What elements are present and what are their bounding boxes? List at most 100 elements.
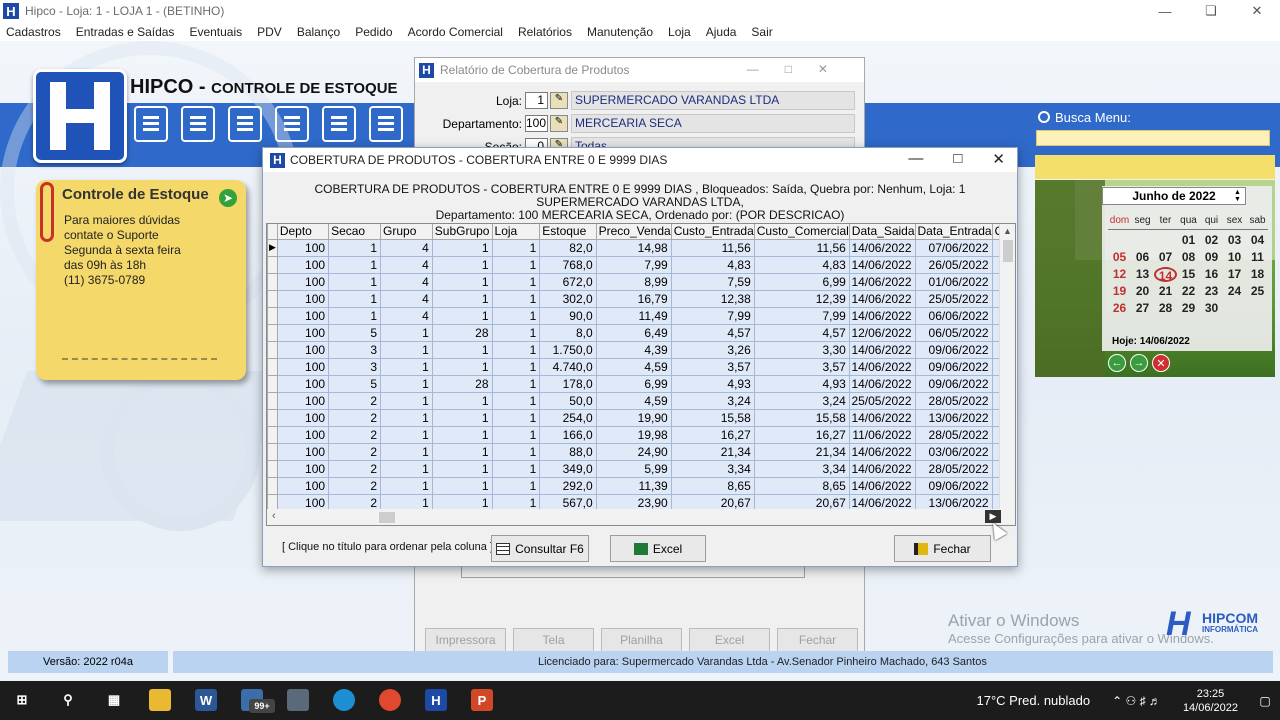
cell-preco-venda[interactable]: 7,99 [595, 255, 672, 274]
tray-icons[interactable]: ⌃ ⚇ ♯ ♬ [1112, 694, 1161, 708]
current-row-indicator-icon[interactable]: ▶ [267, 238, 278, 257]
cell-subgrupo[interactable]: 1 [431, 408, 493, 427]
cell-data-entrada[interactable]: 09/06/2022 [914, 476, 993, 495]
cell-subgrupo[interactable]: 1 [431, 425, 493, 444]
scroll-left-icon[interactable]: ‹ [272, 510, 276, 522]
table-row[interactable]: 100 2 1 1 1 88,0 24,90 21,34 21,34 14/06/2022 03/0… [267, 442, 1015, 461]
cell-custo-entrada[interactable]: 16,27 [670, 425, 755, 444]
calendar-day[interactable]: 05 [1108, 250, 1131, 265]
cell-custo-entrada[interactable]: 4,83 [670, 255, 755, 274]
table-row[interactable]: 100 2 1 1 1 166,0 19,98 16,27 16,27 11/06/2022 28/… [267, 425, 1015, 444]
menu-item-eventuais[interactable]: Eventuais [189, 25, 242, 39]
cell-grupo[interactable]: 1 [380, 442, 433, 461]
cell-secao[interactable]: 1 [328, 289, 382, 308]
cell-loja[interactable]: 1 [491, 425, 541, 444]
cell-depto[interactable]: 100 [276, 408, 330, 427]
search-icon[interactable]: ⚲ [57, 689, 79, 711]
cell-secao[interactable]: 1 [328, 238, 382, 257]
calendar-day[interactable]: 07 [1154, 250, 1177, 265]
cell-custo-comercial[interactable]: 4,83 [753, 255, 850, 274]
close-button[interactable]: ✕ [992, 150, 1005, 168]
row-indicator[interactable] [267, 459, 278, 478]
cell-estoque[interactable]: 166,0 [539, 425, 597, 444]
cell-loja[interactable]: 1 [491, 340, 541, 359]
cell-grupo[interactable]: 1 [380, 408, 433, 427]
cell-data-saida[interactable]: 14/06/2022 [848, 289, 916, 308]
cell-grupo[interactable]: 4 [380, 272, 433, 291]
cell-subgrupo[interactable]: 1 [431, 255, 493, 274]
calendar-day[interactable]: 04 [1246, 233, 1269, 248]
row-indicator[interactable] [267, 357, 278, 376]
cell-loja[interactable]: 1 [491, 408, 541, 427]
cell-custo-comercial[interactable]: 6,99 [753, 272, 850, 291]
cell-subgrupo[interactable]: 1 [431, 476, 493, 495]
cell-data-saida[interactable]: 25/05/2022 [848, 391, 916, 410]
cell-custo-entrada[interactable]: 3,57 [670, 357, 755, 376]
row-indicator[interactable] [267, 340, 278, 359]
cell-custo-entrada[interactable]: 21,34 [670, 442, 755, 461]
cell-preco-venda[interactable]: 5,99 [595, 459, 672, 478]
calendar-day[interactable]: 26 [1108, 301, 1131, 316]
cell-data-entrada[interactable]: 03/06/2022 [914, 442, 993, 461]
cell-custo-comercial[interactable]: 12,39 [753, 289, 850, 308]
cell-custo-entrada[interactable]: 12,38 [670, 289, 755, 308]
cell-estoque[interactable]: 178,0 [539, 374, 597, 393]
cell-subgrupo[interactable]: 1 [431, 357, 493, 376]
table-row[interactable]: 100 1 4 1 1 768,0 7,99 4,83 4,83 14/06/2022 26/05/… [267, 255, 1015, 274]
window-controls[interactable]: —□✕ [747, 62, 854, 76]
cell-loja[interactable]: 1 [491, 476, 541, 495]
menu-item-loja[interactable]: Loja [668, 25, 691, 39]
cell-preco-venda[interactable]: 24,90 [595, 442, 672, 461]
cell-secao[interactable]: 1 [328, 306, 382, 325]
file-explorer-icon[interactable] [149, 689, 171, 711]
row-indicator[interactable] [267, 374, 278, 393]
cell-data-saida[interactable]: 11/06/2022 [848, 425, 916, 444]
cell-data-saida[interactable]: 14/06/2022 [848, 255, 916, 274]
document-search-icon[interactable] [228, 106, 262, 142]
cell-secao[interactable]: 3 [328, 357, 382, 376]
search-menu-input[interactable] [1036, 130, 1270, 146]
calendar-day[interactable]: 22 [1177, 284, 1200, 299]
calendar-day[interactable]: 24 [1223, 284, 1246, 299]
calendar-day[interactable]: 30 [1200, 301, 1223, 316]
cell-loja[interactable]: 1 [491, 459, 541, 478]
calendar-day[interactable]: 11 [1246, 250, 1269, 265]
cell-secao[interactable]: 1 [328, 272, 382, 291]
cell-custo-comercial[interactable]: 15,58 [753, 408, 850, 427]
vertical-scrollbar[interactable]: ▲ ▼ [999, 224, 1015, 523]
minimize-button[interactable]: — [908, 150, 923, 168]
menu-item-pedido[interactable]: Pedido [355, 25, 392, 39]
clipboard-check-icon[interactable] [322, 106, 356, 142]
cell-custo-entrada[interactable]: 3,26 [670, 340, 755, 359]
row-indicator[interactable] [267, 425, 278, 444]
table-row[interactable]: 100 5 1 28 1 178,0 6,99 4,93 4,93 14/06/2022 09/06… [267, 374, 1015, 393]
cell-loja[interactable]: 1 [491, 255, 541, 274]
column-header-loja[interactable]: Loja [491, 224, 541, 240]
cell-data-saida[interactable]: 14/06/2022 [848, 238, 916, 257]
calendar-day[interactable]: 29 [1177, 301, 1200, 316]
cell-depto[interactable]: 100 [276, 357, 330, 376]
column-header-estoque[interactable]: Estoque [539, 224, 597, 240]
cell-subgrupo[interactable]: 1 [431, 238, 493, 257]
column-header-data-entrada[interactable]: Data_Entrada [914, 224, 993, 240]
cell-data-entrada[interactable]: 09/06/2022 [914, 357, 993, 376]
row-indicator[interactable] [267, 476, 278, 495]
cell-custo-comercial[interactable]: 8,65 [753, 476, 850, 495]
row-indicator[interactable] [267, 323, 278, 342]
fechar-grid-button[interactable]: Fechar [894, 535, 991, 562]
cell-depto[interactable]: 100 [276, 476, 330, 495]
cell-subgrupo[interactable]: 1 [431, 289, 493, 308]
cell-preco-venda[interactable]: 6,49 [595, 323, 672, 342]
cell-depto[interactable]: 100 [276, 289, 330, 308]
calendar-day[interactable]: 06 [1131, 250, 1154, 265]
menu-item-entradas-e-sa-das[interactable]: Entradas e Saídas [76, 25, 175, 39]
consultar-button[interactable]: Consultar F6 [491, 535, 589, 562]
cell-secao[interactable]: 2 [328, 442, 382, 461]
row-indicator[interactable] [267, 391, 278, 410]
calendar-day[interactable]: 15 [1177, 267, 1200, 282]
export-excel-button[interactable]: Excel [610, 535, 706, 562]
edge-icon[interactable] [333, 689, 355, 711]
clipboard-bag-icon[interactable] [369, 106, 403, 142]
cell-secao[interactable]: 5 [328, 374, 382, 393]
restore-button[interactable]: ❏ [1188, 0, 1234, 22]
